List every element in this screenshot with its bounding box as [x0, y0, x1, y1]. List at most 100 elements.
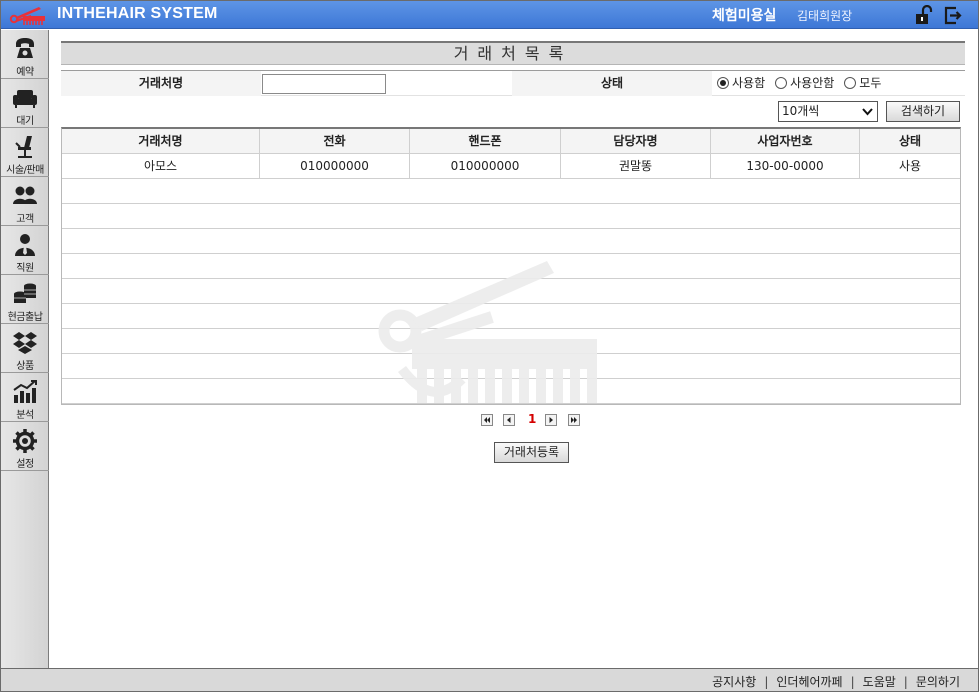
- footer: 공지사항 | 인더헤어까페 | 도움말 | 문의하기: [1, 668, 978, 691]
- status-radio-group: 사용함 사용안함 모두: [717, 71, 965, 96]
- sidebar-item-label: 고객: [16, 214, 34, 225]
- search-button[interactable]: 검색하기: [886, 101, 960, 122]
- footer-separator: |: [764, 675, 769, 689]
- sidebar-item-staff[interactable]: 직원: [1, 226, 49, 275]
- radio-button[interactable]: [844, 76, 857, 89]
- prev-page-button[interactable]: [503, 414, 515, 426]
- sidebar: 예약 대기 시술/판매 고객 직원 현금출납 상품 분석 설정: [1, 30, 49, 668]
- empty-table-row: [62, 379, 960, 404]
- empty-table-row: [62, 204, 960, 229]
- current-page-number[interactable]: 1: [528, 412, 536, 426]
- sidebar-item-label: 분석: [16, 410, 34, 421]
- shop-name: 체험미용실: [712, 8, 777, 24]
- table-cell[interactable]: 아모스: [62, 154, 260, 178]
- sidebar-item-cashbook[interactable]: 현금출납: [1, 275, 49, 324]
- sidebar-item-label: 시술/판매: [6, 165, 44, 176]
- sidebar-item-products[interactable]: 상품: [1, 324, 49, 373]
- radio-button[interactable]: [775, 76, 788, 89]
- search-form: 거래처명 상태 사용함 사용안함 모두: [61, 70, 965, 96]
- main-content: 거래처목록 거래처명 상태 사용함 사용안함 모두 10개씩 검색하기 거래처명 전…: [61, 41, 965, 463]
- empty-table-row: [62, 279, 960, 304]
- footer-link-inquiry[interactable]: 문의하기: [916, 675, 960, 689]
- empty-table-row: [62, 329, 960, 354]
- table-cell: 010000000: [260, 154, 410, 178]
- status-label: 상태: [512, 71, 712, 96]
- empty-table-row: [62, 179, 960, 204]
- sidebar-item-reservation[interactable]: 예약: [1, 30, 49, 79]
- sidebar-item-label: 직원: [16, 263, 34, 274]
- partner-name-label: 거래처명: [61, 71, 261, 96]
- sidebar-item-waiting[interactable]: 대기: [1, 79, 49, 128]
- product-box-icon: [13, 332, 37, 354]
- partner-name-input[interactable]: [262, 74, 386, 94]
- footer-separator: |: [850, 675, 855, 689]
- footer-link-notice[interactable]: 공지사항: [712, 675, 756, 689]
- double-chevron-right-icon: [571, 417, 577, 423]
- table-cell: 사용: [898, 159, 922, 173]
- page-title: 거래처목록: [61, 41, 965, 65]
- empty-table-row: [62, 229, 960, 254]
- sidebar-item-label: 상품: [16, 361, 34, 372]
- sofa-icon: [13, 90, 37, 108]
- status-option-inactive[interactable]: 사용안함: [775, 71, 834, 96]
- register-partner-button[interactable]: 거래처등록: [494, 442, 569, 463]
- unlock-icon[interactable]: [913, 5, 933, 25]
- table-row[interactable]: 아모스 010000000 010000000 권말똥 130-00-0000 …: [62, 154, 960, 179]
- footer-links: 공지사항 | 인더헤어까페 | 도움말 | 문의하기: [712, 673, 960, 690]
- first-page-button[interactable]: [481, 414, 493, 426]
- sidebar-item-service-sales[interactable]: 시술/판매: [1, 128, 49, 177]
- status-option-active[interactable]: 사용함: [717, 71, 765, 96]
- table-cell: 010000000: [410, 154, 561, 178]
- column-header[interactable]: 상태: [860, 129, 960, 153]
- table-cell: 권말똥: [561, 154, 711, 178]
- column-header[interactable]: 거래처명: [62, 129, 260, 153]
- double-chevron-left-icon: [484, 417, 490, 423]
- table-header-row: 거래처명 전화 핸드폰 담당자명 사업자번호 상태: [62, 129, 960, 154]
- chevron-left-icon: [507, 417, 511, 423]
- sidebar-item-label: 현금출납: [7, 312, 43, 323]
- sidebar-item-label: 대기: [16, 116, 34, 127]
- sidebar-item-label: 예약: [16, 67, 34, 78]
- column-header[interactable]: 사업자번호: [711, 129, 860, 153]
- partner-name-cell: [261, 71, 511, 96]
- coins-icon: [14, 283, 36, 303]
- phone-icon: [16, 38, 34, 58]
- partner-table: 거래처명 전화 핸드폰 담당자명 사업자번호 상태 아모스 010000000 …: [61, 127, 961, 405]
- user-name: 김태희원장: [797, 9, 853, 23]
- sidebar-item-analysis[interactable]: 분석: [1, 373, 49, 422]
- sidebar-item-settings[interactable]: 설정: [1, 422, 49, 471]
- footer-link-cafe[interactable]: 인더헤어까페: [776, 675, 842, 689]
- empty-table-row: [62, 254, 960, 279]
- column-header[interactable]: 핸드폰: [410, 129, 561, 153]
- customers-icon: [13, 186, 37, 204]
- status-option-all[interactable]: 모두: [844, 71, 881, 96]
- page-size-select[interactable]: 10개씩: [778, 101, 878, 122]
- staff-icon: [15, 234, 35, 256]
- scissors-comb-logo[interactable]: [9, 4, 47, 26]
- footer-separator: |: [903, 675, 908, 689]
- chevron-right-icon: [549, 417, 553, 423]
- chart-icon: [13, 380, 37, 403]
- app-title: INTHEHAIR SYSTEM: [57, 5, 218, 22]
- sidebar-item-label: 설정: [16, 459, 34, 470]
- gear-icon: [13, 429, 37, 453]
- last-page-button[interactable]: [568, 414, 580, 426]
- next-page-button[interactable]: [545, 414, 557, 426]
- footer-link-help[interactable]: 도움말: [863, 675, 896, 689]
- table-cell: 130-00-0000: [711, 154, 860, 178]
- salon-chair-icon: [15, 136, 32, 158]
- column-header[interactable]: 전화: [260, 129, 410, 153]
- column-header[interactable]: 담당자명: [561, 129, 711, 153]
- app-window: INTHEHAIR SYSTEM 체험미용실 김태희원장 예약 대기 시술/판매: [0, 0, 979, 692]
- radio-button[interactable]: [717, 76, 729, 89]
- status-option-label: 모두: [859, 76, 882, 90]
- chevron-down-icon: [862, 108, 873, 116]
- status-option-label: 사용안함: [790, 76, 835, 90]
- status-option-label: 사용함: [732, 76, 766, 90]
- logout-icon[interactable]: [943, 5, 963, 25]
- empty-table-row: [62, 354, 960, 379]
- sidebar-item-customers[interactable]: 고객: [1, 177, 49, 226]
- top-bar: INTHEHAIR SYSTEM 체험미용실 김태희원장: [1, 1, 978, 29]
- page-size-value: 10개씩: [782, 104, 820, 118]
- empty-table-row: [62, 304, 960, 329]
